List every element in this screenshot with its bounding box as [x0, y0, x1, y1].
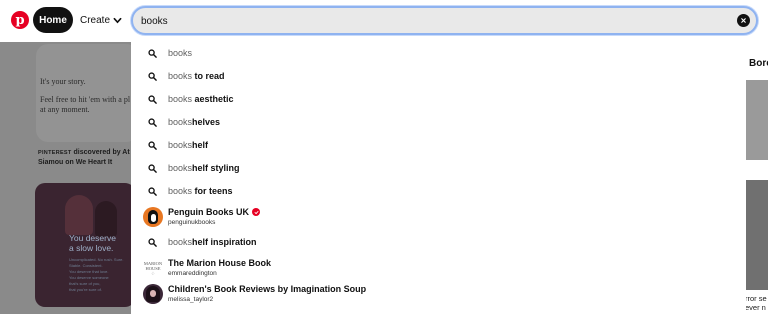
suggestion-item[interactable]: bookshelf styling [131, 157, 746, 179]
suggestion-item[interactable]: books [131, 42, 746, 64]
profile-name: Children's Book Reviews by Imagination S… [168, 284, 367, 294]
verified-badge-icon [252, 208, 261, 216]
story-line: Feel free to hit 'em with a pl [40, 95, 131, 104]
profile-name-row: Penguin Books UK [168, 207, 261, 217]
suggestion-item[interactable]: bookshelf [131, 134, 746, 156]
slow-love-sub-line: that you're sure of. [69, 287, 103, 292]
slow-love-subtext: Uncomplicated. No rush. Sure. Stable. Co… [69, 257, 129, 293]
right-caption-line: rror se [745, 294, 767, 303]
pinterest-logo-icon[interactable]: p [11, 11, 29, 29]
profile-handle: emmareddington [168, 270, 217, 277]
suggestion-label: books for teens [168, 186, 233, 196]
pin-card-slow-love: You deserve a slow love. Uncomplicated. … [35, 183, 135, 307]
right-pin-title: Bore [749, 58, 768, 69]
profile-handle: penguinukbooks [168, 219, 216, 226]
search-input[interactable] [141, 13, 721, 29]
search-icon [148, 140, 157, 150]
penguin-avatar [143, 207, 163, 227]
profile-name: The Marion House Book [168, 258, 272, 268]
slow-love-title: You deserve a slow love. [69, 233, 116, 253]
create-menu-button[interactable]: Create [80, 7, 122, 33]
pin-caption-brand: PINTEREST [38, 150, 72, 156]
search-bar[interactable] [131, 6, 758, 35]
profile-suggestion[interactable]: Children's Book Reviews by Imagination S… [131, 281, 746, 307]
search-icon [148, 163, 157, 173]
close-icon [741, 18, 746, 23]
suggestion-label: bookshelves [168, 117, 221, 127]
pin-caption: PINTEREST discovered by At Siamou on We … [38, 148, 138, 167]
profile-suggestion[interactable]: Penguin Books UK penguinukbooks [131, 204, 746, 230]
search-suggestions-dropdown: books books to read books aesthetic book… [131, 42, 746, 314]
search-icon [148, 186, 157, 196]
suggestion-label: bookshelf styling [168, 163, 240, 173]
story-line: at any moment. [40, 105, 90, 114]
search-icon [148, 94, 157, 104]
pin-caption-text: discovered by At [73, 149, 130, 156]
top-nav-bar: p Home Create [0, 0, 768, 42]
profile-handle: melissa_taylor2 [168, 296, 214, 303]
pin-story-text: It's your story. Feel free to hit 'em wi… [40, 77, 138, 123]
search-icon [148, 117, 157, 127]
profile-name: Penguin Books UK [168, 207, 250, 217]
right-pin-image [745, 180, 768, 290]
couple-figure [65, 195, 93, 235]
suggestion-label: books to read [168, 71, 225, 81]
profile-photo-avatar [143, 284, 163, 304]
slow-love-title-line: You deserve [69, 233, 116, 243]
clear-search-icon[interactable] [737, 14, 750, 27]
home-button[interactable]: Home [33, 7, 73, 33]
story-line: It's your story. [40, 77, 86, 86]
pin-card-story: It's your story. Feel free to hit 'em wi… [36, 44, 138, 142]
suggestion-label: books [168, 48, 193, 58]
suggestion-label: books aesthetic [168, 94, 234, 104]
suggestion-item[interactable]: books to read [131, 65, 746, 87]
marion-house-avatar: MARION HOUSE ♢ [143, 258, 163, 278]
right-caption-line: ever n [745, 303, 766, 312]
chevron-down-icon [113, 17, 122, 23]
couple-figure [95, 201, 117, 237]
profile-name-row: The Marion House Book [168, 258, 271, 268]
avatar-text: ♢ [150, 270, 156, 276]
search-icon [148, 71, 157, 81]
suggestion-item[interactable]: bookshelf inspiration [131, 231, 746, 253]
pin-caption-text: Siamou on We Heart It [38, 159, 113, 166]
suggestion-item[interactable]: bookshelves [131, 111, 746, 133]
slow-love-title-line: a slow love. [69, 243, 114, 253]
suggestion-item[interactable]: books aesthetic [131, 88, 746, 110]
profile-suggestion[interactable]: MARION HOUSE ♢ The Marion House Book emm… [131, 255, 746, 281]
right-pin-image [745, 80, 768, 160]
profile-name-row: Children's Book Reviews by Imagination S… [168, 284, 366, 294]
create-label: Create [80, 14, 111, 26]
suggestion-label: bookshelf [168, 140, 209, 150]
search-icon [148, 237, 157, 247]
suggestion-label: bookshelf inspiration [168, 237, 257, 247]
right-pin-caption: rror se ever n [745, 294, 768, 312]
search-icon [148, 48, 157, 58]
suggestion-item[interactable]: books for teens [131, 180, 746, 202]
